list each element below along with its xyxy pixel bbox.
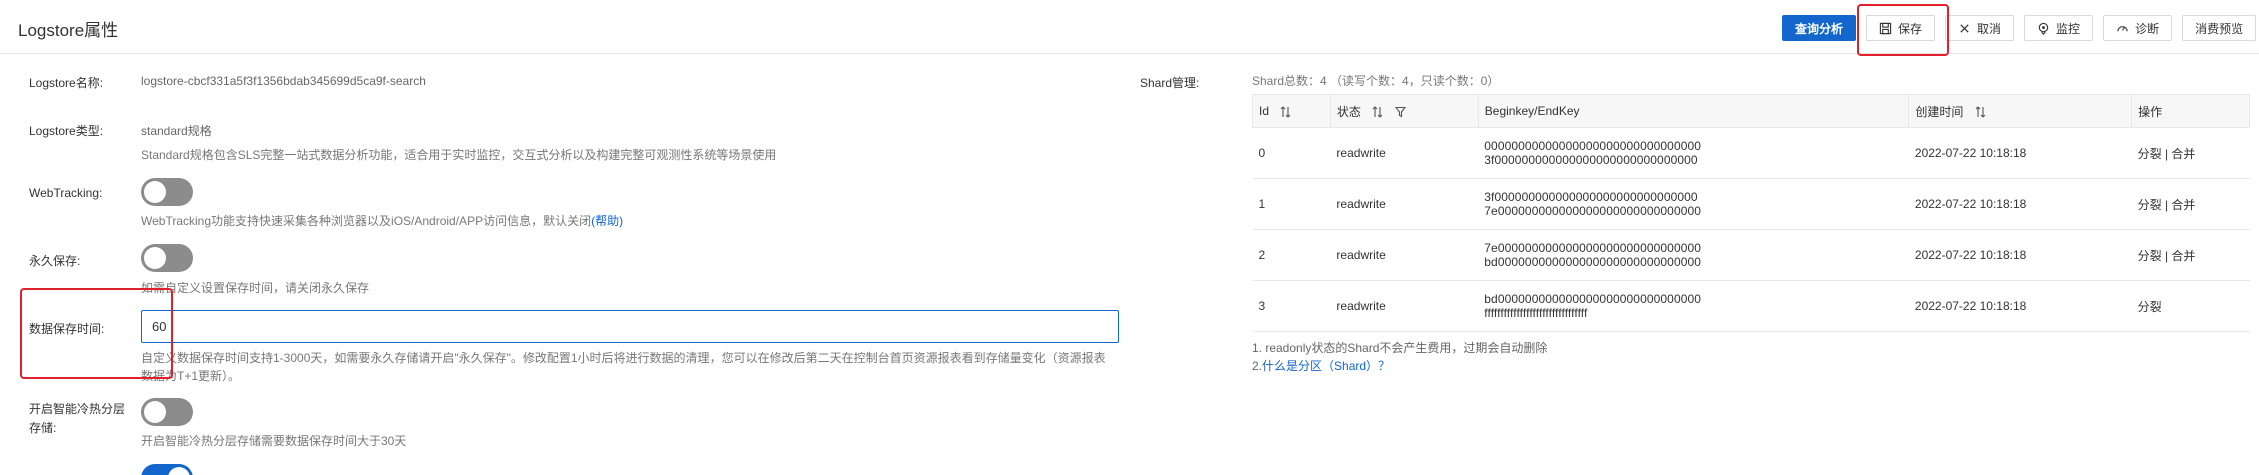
tiered-storage-label-line2: 存储:: [29, 421, 57, 435]
begin-key: bd000000000000000000000000000000: [1484, 292, 1702, 306]
begin-key: 00000000000000000000000000000000: [1484, 139, 1702, 153]
column-header-status-label: 状态: [1336, 104, 1361, 119]
permanent-storage-label: 永久保存:: [29, 254, 81, 268]
end-key: bd000000000000000000000000000000: [1484, 255, 1702, 269]
shard-table: Id 状态 Beginkey/EndKey 创建时间 操作 0 readwrit…: [1252, 94, 2250, 332]
shard-actions[interactable]: 分裂 | 合并: [2131, 229, 2250, 281]
shard-created-time: 2022-07-22 10:18:18: [1908, 127, 2132, 179]
logstore-type-desc: Standard规格包含SLS完整一站式数据分析功能，适合用于实时监控，交互式分…: [141, 148, 777, 162]
shard-created-time: 2022-07-22 10:18:18: [1908, 229, 2132, 281]
shard-status: readwrite: [1330, 280, 1479, 332]
gauge-icon: [2117, 25, 2128, 31]
page-title: Logstore属性: [18, 21, 119, 40]
sort-icon[interactable]: [1280, 106, 1291, 118]
begin-key: 7e000000000000000000000000000000: [1484, 241, 1702, 255]
logstore-name-value: logstore-cbcf331a5f3f1356bdab345699d5ca9…: [141, 74, 426, 88]
column-header-created[interactable]: 创建时间: [1908, 94, 2133, 128]
shard-created-time: 2022-07-22 10:18:18: [1908, 178, 2132, 230]
column-header-actions: 操作: [2131, 94, 2250, 128]
permanent-storage-toggle[interactable]: [141, 244, 193, 272]
shard-keys: 00000000000000000000000000000000 3f000000…: [1478, 127, 1909, 179]
webtracking-label: WebTracking:: [29, 186, 103, 200]
shard-status: readwrite: [1330, 127, 1479, 179]
column-header-status[interactable]: 状态: [1329, 94, 1479, 128]
webtracking-toggle[interactable]: [141, 178, 193, 206]
logstore-type-label: Logstore类型:: [29, 124, 104, 138]
what-is-shard-link[interactable]: 什么是分区（Shard）？: [1262, 359, 1390, 373]
shard-actions[interactable]: 分裂 | 合并: [2131, 127, 2250, 179]
shard-id: 3: [1252, 280, 1331, 332]
tiered-storage-toggle[interactable]: [141, 398, 193, 426]
webtracking-desc-text: WebTracking功能支持快速采集各种浏览器以及iOS/Android/AP…: [141, 214, 592, 228]
consume-preview-button[interactable]: 消费预览: [2182, 15, 2257, 41]
shard-created-time: 2022-07-22 10:18:18: [1908, 280, 2132, 332]
shard-id: 2: [1252, 229, 1331, 281]
column-header-created-label: 创建时间: [1915, 104, 1964, 119]
cancel-label: 取消: [1977, 21, 2002, 36]
shard-id: 1: [1252, 178, 1331, 230]
permanent-storage-desc: 如需自定义设置保存时间，请关闭永久保存: [141, 281, 370, 295]
shard-status: readwrite: [1330, 178, 1479, 230]
close-icon: [1960, 23, 1969, 33]
location-pin-icon: [2038, 22, 2049, 35]
sort-icon[interactable]: [1975, 106, 1986, 119]
begin-key: 3f000000000000000000000000000000: [1484, 190, 1698, 204]
logstore-type-value: standard规格: [141, 124, 212, 138]
retention-desc-line1: 自定义数据保存时间支持1-3000天，如需要永久存储请开启"永久保存"。修改配置…: [141, 351, 1106, 365]
column-header-id[interactable]: Id: [1252, 94, 1331, 128]
shard-note-readonly: 1. readonly状态的Shard不会产生费用，过期会自动删除: [1252, 341, 1548, 355]
shard-actions[interactable]: 分裂 | 合并: [2131, 178, 2250, 230]
monitor-label: 监控: [2056, 21, 2081, 36]
shard-keys: 3f000000000000000000000000000000 7e000000…: [1478, 178, 1909, 230]
shard-table-header-row: Id 状态 Beginkey/EndKey 创建时间 操作: [1252, 94, 2250, 128]
diagnose-button[interactable]: 诊断: [2103, 15, 2173, 41]
shard-summary: Shard总数：4 （读写个数：4，只读个数：0）: [1252, 74, 1500, 88]
shard-id: 0: [1252, 127, 1331, 179]
shard-note-prefix: 2.: [1252, 359, 1263, 373]
cancel-button[interactable]: 取消: [1945, 15, 2015, 41]
retention-highlight-box: [20, 288, 173, 379]
shard-management-label: Shard管理:: [1140, 76, 1200, 90]
query-analysis-button[interactable]: 查询分析: [1782, 15, 1857, 41]
shard-keys: bd000000000000000000000000000000 ffffffff…: [1478, 280, 1909, 332]
column-header-id-label: Id: [1259, 104, 1270, 118]
next-setting-toggle[interactable]: [141, 464, 193, 475]
diagnose-label: 诊断: [2135, 21, 2160, 36]
table-row: 1 readwrite 3f00000000000000000000000000…: [1252, 178, 2250, 230]
end-key: 7e000000000000000000000000000000: [1484, 204, 1702, 218]
monitor-button[interactable]: 监控: [2024, 15, 2094, 41]
table-row: 0 readwrite 0000000000000000000000000000…: [1252, 127, 2250, 179]
shard-note-what-is: 2.什么是分区（Shard）？: [1252, 357, 1390, 374]
shard-actions[interactable]: 分裂: [2131, 280, 2250, 332]
column-header-keys: Beginkey/EndKey: [1477, 94, 1910, 128]
shard-status: readwrite: [1330, 229, 1479, 281]
retention-days-input[interactable]: [141, 310, 1119, 343]
tiered-storage-label-line1: 开启智能冷热分层: [29, 402, 126, 416]
filter-icon[interactable]: [1394, 106, 1406, 118]
toolbar: 查询分析 保存 取消 监控 诊断 消费预览: [1782, 15, 2257, 41]
save-highlight-box: [1857, 4, 1949, 56]
table-row: 3 readwrite bd00000000000000000000000000…: [1252, 280, 2250, 332]
end-key: 3f000000000000000000000000000000: [1484, 153, 1698, 167]
tiered-storage-desc: 开启智能冷热分层存储需要数据保存时间大于30天: [141, 434, 407, 448]
sort-icon[interactable]: [1372, 106, 1383, 119]
table-row: 2 readwrite 7e00000000000000000000000000…: [1252, 229, 2250, 281]
webtracking-desc: WebTracking功能支持快速采集各种浏览器以及iOS/Android/AP…: [141, 212, 623, 229]
end-key: ffffffffffffffffffffffffffffffff: [1484, 306, 1588, 320]
shard-keys: 7e000000000000000000000000000000 bd000000…: [1478, 229, 1909, 281]
logstore-name-label: Logstore名称:: [29, 76, 104, 90]
webtracking-help-link[interactable]: (帮助): [591, 214, 623, 228]
